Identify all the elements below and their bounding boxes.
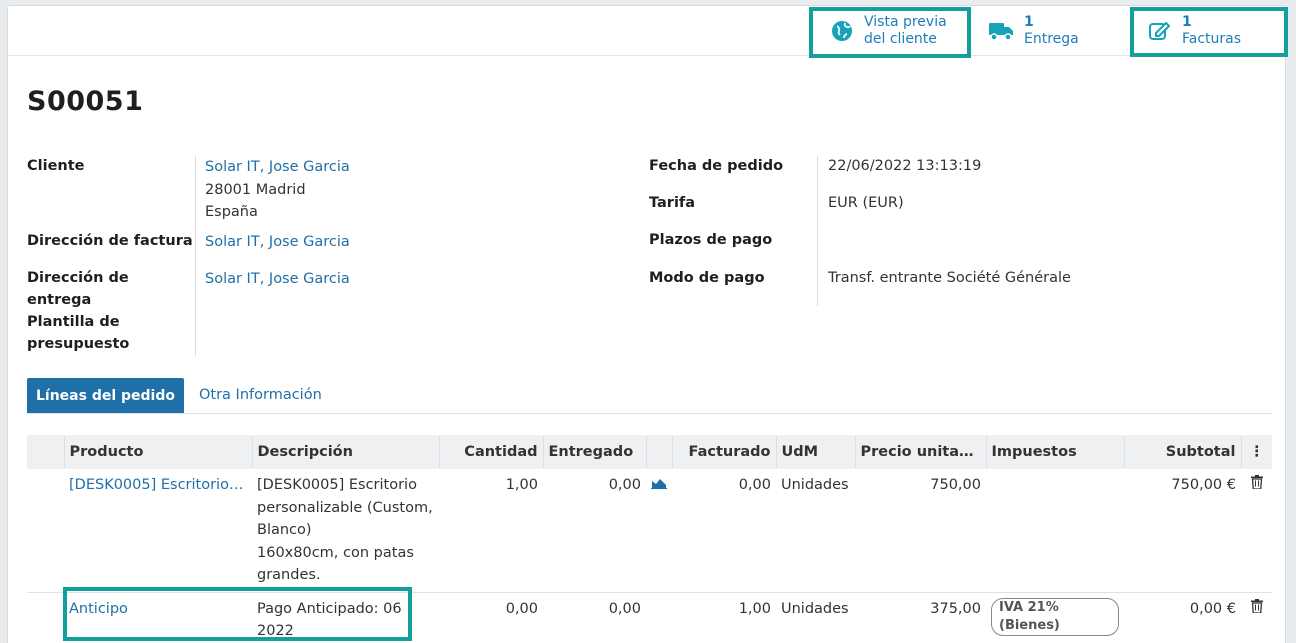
order-date-value: 22/06/2022 13:13:19 [828,158,982,174]
subtotal-header[interactable]: Subtotal [1124,435,1242,469]
description-line: Blanco) [257,522,312,538]
handle-cell [27,592,64,643]
forecast-cell [646,592,672,643]
tax-badge[interactable]: IVA 21% (Bienes) [991,597,1119,636]
pricelist-value: EUR (EUR) [828,195,904,211]
template-label-2: presupuesto [27,336,130,352]
left-group-divider [195,156,196,356]
delivery-address-label-1: Dirección de [27,270,129,286]
order-title: S00051 [27,86,144,117]
quantity-header[interactable]: Cantidad [439,435,544,469]
delivered-header[interactable]: Entregado [543,435,647,469]
column-options-icon[interactable]: ⋮ [1241,435,1272,469]
unit-price-cell[interactable]: 750,00 [855,469,986,592]
delivery-button[interactable]: 1 Entrega [988,6,1079,56]
description-line: grandes. [257,567,321,583]
customer-link[interactable]: Solar IT, Jose Garcia [205,156,350,179]
delivered-cell: 0,00 [608,477,641,493]
description-line: personalizable (Custom, [257,499,433,516]
uom-header[interactable]: UdM [776,435,856,469]
quantity-cell[interactable]: 0,00 [439,592,543,643]
delete-cell [1241,592,1272,643]
tab-order-lines[interactable]: Líneas del pedido [27,378,184,413]
subtotal-cell: 0,00 € [1189,600,1236,617]
trash-icon[interactable] [1250,598,1263,614]
delete-cell [1241,469,1272,592]
delivery-address-link[interactable]: Solar IT, Jose Garcia [205,268,350,291]
delivery-label: Entrega [1024,31,1079,47]
invoice-address-label: Dirección de factura [27,233,193,249]
description-line: 160x80cm, con patas [257,544,414,561]
tab-divider [27,413,1272,414]
invoiced-cell: 1,00 [738,600,771,617]
taxes-header[interactable]: Impuestos [986,435,1125,469]
invoice-address-link[interactable]: Solar IT, Jose Garcia [205,231,350,254]
description-line: [DESK0005] Escritorio [257,477,417,493]
handle-cell [27,469,64,592]
customer-address-line2: España [205,204,258,220]
unit-price-cell[interactable]: 375,00 [855,592,986,643]
subtotal-cell: 750,00 € [1171,477,1236,493]
template-label-1: Plantilla de [27,314,120,330]
order-date-label: Fecha de pedido [649,158,784,174]
trash-icon[interactable] [1250,474,1263,490]
payment-mode-value: Transf. entrante Société Générale [828,270,1071,286]
payment-terms-label: Plazos de pago [649,232,773,248]
highlight-preview [809,7,971,58]
customer-address-line1: 28001 Madrid [205,182,306,198]
customer-label: Cliente [27,158,85,174]
invoiced-header[interactable]: Facturado [672,435,777,469]
delivered-cell: 0,00 [608,600,641,617]
table-row[interactable]: [DESK0005] Escritorio p... [DESK0005] Es… [27,469,1272,592]
form-sheet: Vista previa del cliente 1 Entrega 1 Fac… [7,5,1288,643]
invoiced-cell: 0,00 [738,477,771,493]
pricelist-label: Tarifa [649,195,696,211]
highlight-anticipo-row [63,587,412,641]
quantity-cell[interactable]: 1,00 [439,469,543,592]
unit-price-header[interactable]: Precio unitario... [855,435,987,469]
tab-other-info[interactable]: Otra Información [199,387,322,403]
smart-button-box: Vista previa del cliente 1 Entrega 1 Fac… [8,6,1285,56]
delivery-address-label-2: entrega [27,292,92,308]
uom-cell[interactable]: Unidades [776,469,855,592]
description-cell[interactable]: [DESK0005] Escritorio personalizable (Cu… [252,469,439,592]
taxes-cell[interactable] [986,469,1124,592]
forecast-cell [646,469,672,592]
product-cell[interactable]: [DESK0005] Escritorio p... [64,469,252,592]
payment-mode-label: Modo de pago [649,270,765,286]
product-header[interactable]: Producto [64,435,253,469]
delivery-count: 1 [1024,14,1034,30]
taxes-cell[interactable]: IVA 21% (Bienes) [986,592,1124,643]
truck-icon [988,17,1016,45]
forecast-header [646,435,673,469]
area-chart-icon[interactable] [651,477,667,493]
uom-cell[interactable]: Unidades [776,592,855,643]
description-header[interactable]: Descripción [252,435,440,469]
right-group-divider [817,156,818,306]
table-header-row: Producto Descripción Cantidad Entregado … [27,435,1272,469]
highlight-invoices [1130,7,1288,57]
handle-header [27,435,65,469]
